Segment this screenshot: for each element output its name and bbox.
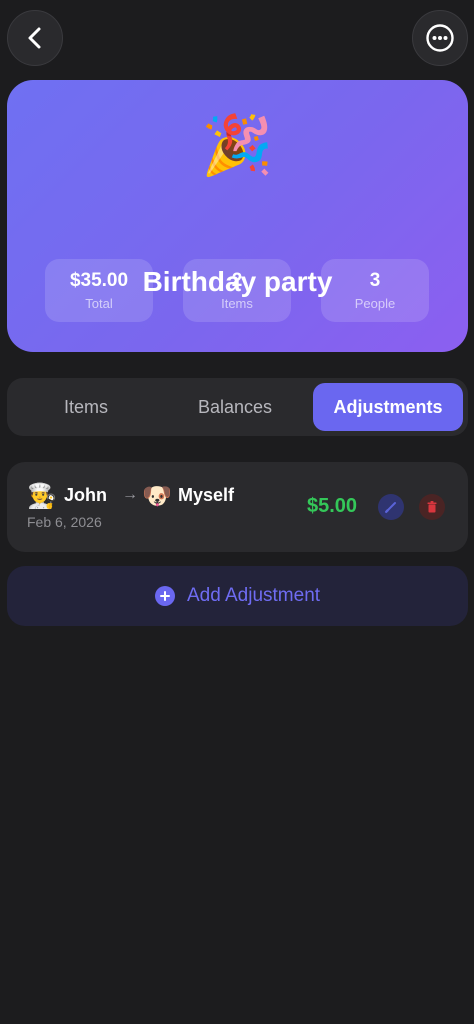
tab-bar: Items Balances Adjustments bbox=[7, 378, 468, 436]
from-avatar: 👨‍🍳 bbox=[27, 482, 57, 510]
plus-circle-icon bbox=[154, 586, 175, 606]
stat-total: $35.00 Total bbox=[45, 259, 153, 322]
delete-adjustment-button[interactable] bbox=[419, 494, 445, 520]
ellipsis-circle-icon bbox=[426, 24, 454, 52]
chevron-left-icon bbox=[28, 27, 41, 49]
to-avatar: 🐶 bbox=[142, 482, 172, 510]
adjustment-row[interactable]: 👨‍🍳 John → 🐶 Myself Feb 6, 2026 $5.00 bbox=[7, 462, 468, 552]
add-adjustment-label: Add Adjustment bbox=[186, 585, 321, 606]
adjustment-to-name: Myself bbox=[178, 485, 235, 505]
tab-items[interactable]: Items bbox=[15, 383, 157, 431]
stat-total-value: $35.00 bbox=[69, 270, 129, 291]
tab-adjustments[interactable]: Adjustments bbox=[313, 383, 463, 431]
add-adjustment-button[interactable]: Add Adjustment bbox=[7, 566, 468, 626]
stat-people: 3 People bbox=[321, 259, 429, 322]
stat-items-value: 2 bbox=[231, 270, 243, 291]
back-button[interactable] bbox=[7, 10, 63, 66]
screen: 🎉 Birthday party $35.00 Total 2 Items 3 … bbox=[0, 0, 474, 1024]
stat-items-label: Items bbox=[221, 296, 253, 311]
tab-balances[interactable]: Balances bbox=[164, 383, 306, 431]
adjustment-date: Feb 6, 2026 bbox=[27, 514, 102, 530]
event-summary-card: 🎉 Birthday party $35.00 Total 2 Items 3 … bbox=[7, 80, 468, 352]
stat-items: 2 Items bbox=[183, 259, 291, 322]
more-options-button[interactable] bbox=[412, 10, 468, 66]
trash-icon bbox=[427, 501, 437, 513]
adjustment-from-name: John bbox=[64, 485, 107, 505]
adjustment-amount: $5.00 bbox=[307, 495, 358, 517]
pencil-icon bbox=[385, 502, 396, 513]
party-popper-icon: 🎉 bbox=[201, 111, 274, 179]
arrow-right-icon: → bbox=[122, 486, 138, 503]
stat-total-label: Total bbox=[85, 296, 113, 311]
stat-people-label: People bbox=[354, 296, 396, 311]
stat-people-value: 3 bbox=[369, 270, 381, 291]
edit-adjustment-button[interactable] bbox=[378, 494, 404, 520]
